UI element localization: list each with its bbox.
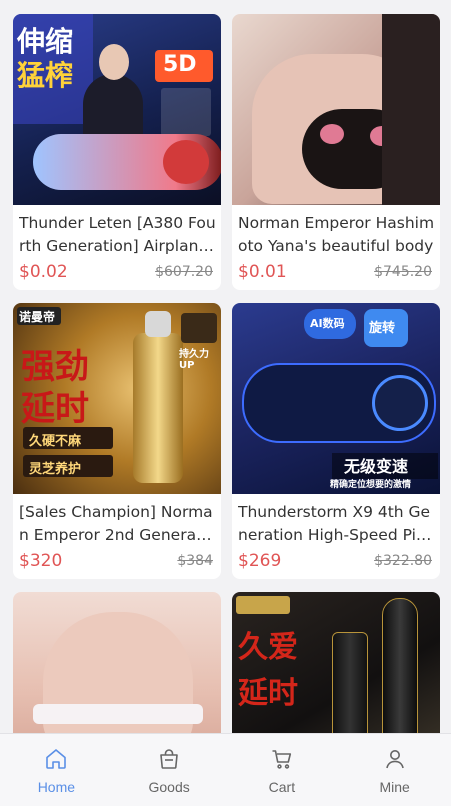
product-image[interactable]: AI数码 旋转 无级变速 精确定位想要的激情 <box>232 303 440 494</box>
product-title: [Sales Champion] Norman Emperor 2nd Gene… <box>19 503 216 544</box>
product-title: Norman Emperor Hashimoto Yana's beautifu… <box>238 214 435 255</box>
tab-goods-label: Goods <box>148 779 190 795</box>
tab-home[interactable]: Home <box>0 734 113 806</box>
product-image[interactable]: 诺曼帝 强劲 延时 久硬不麻 灵芝养护 持久力UP <box>13 303 221 494</box>
user-icon <box>383 747 407 775</box>
product-price: $0.02 <box>19 262 68 282</box>
product-original-price: $384 <box>177 553 213 569</box>
product-price: $269 <box>238 551 282 571</box>
product-price: $320 <box>19 551 63 571</box>
tab-home-label: Home <box>37 779 76 795</box>
cart-icon <box>270 747 294 775</box>
product-card[interactable]: 久爱 延时 <box>232 592 440 733</box>
bottom-tab-bar: Home Goods Cart Mine <box>0 733 451 806</box>
product-price: $0.01 <box>238 262 287 282</box>
product-card[interactable]: AI数码 旋转 无级变速 精确定位想要的激情 Thunderstorm X9 4… <box>232 303 440 579</box>
product-card[interactable]: 诺曼帝 强劲 延时 久硬不麻 灵芝养护 持久力UP [Sales Champio… <box>13 303 221 579</box>
product-image[interactable]: 伸缩 猛榨 5D <box>13 14 221 205</box>
tab-cart-label: Cart <box>268 779 296 795</box>
product-image[interactable] <box>232 14 440 205</box>
product-title: Thunderstorm X9 4th Generation High-Spee… <box>238 503 431 544</box>
tab-goods[interactable]: Goods <box>113 734 226 806</box>
product-title: Thunder Leten [A380 Fourth Generation] A… <box>19 214 216 255</box>
product-image[interactable]: 久爱 延时 <box>232 592 440 733</box>
shopping-bag-icon <box>157 747 181 775</box>
product-original-price: $745.20 <box>374 264 432 280</box>
product-card[interactable]: Norman Emperor Hashimoto Yana's beautifu… <box>232 14 440 290</box>
tab-mine[interactable]: Mine <box>338 734 451 806</box>
product-original-price: $322.80 <box>374 553 432 569</box>
tab-cart[interactable]: Cart <box>226 734 339 806</box>
product-grid: 伸缩 猛榨 5D Thunder Leten [A380 Fourth Gene… <box>0 0 451 733</box>
product-image[interactable] <box>13 592 221 733</box>
product-card[interactable] <box>13 592 221 733</box>
product-card[interactable]: 伸缩 猛榨 5D Thunder Leten [A380 Fourth Gene… <box>13 14 221 290</box>
home-icon <box>44 747 68 775</box>
tab-mine-label: Mine <box>379 779 410 795</box>
product-original-price: $607.20 <box>155 264 213 280</box>
